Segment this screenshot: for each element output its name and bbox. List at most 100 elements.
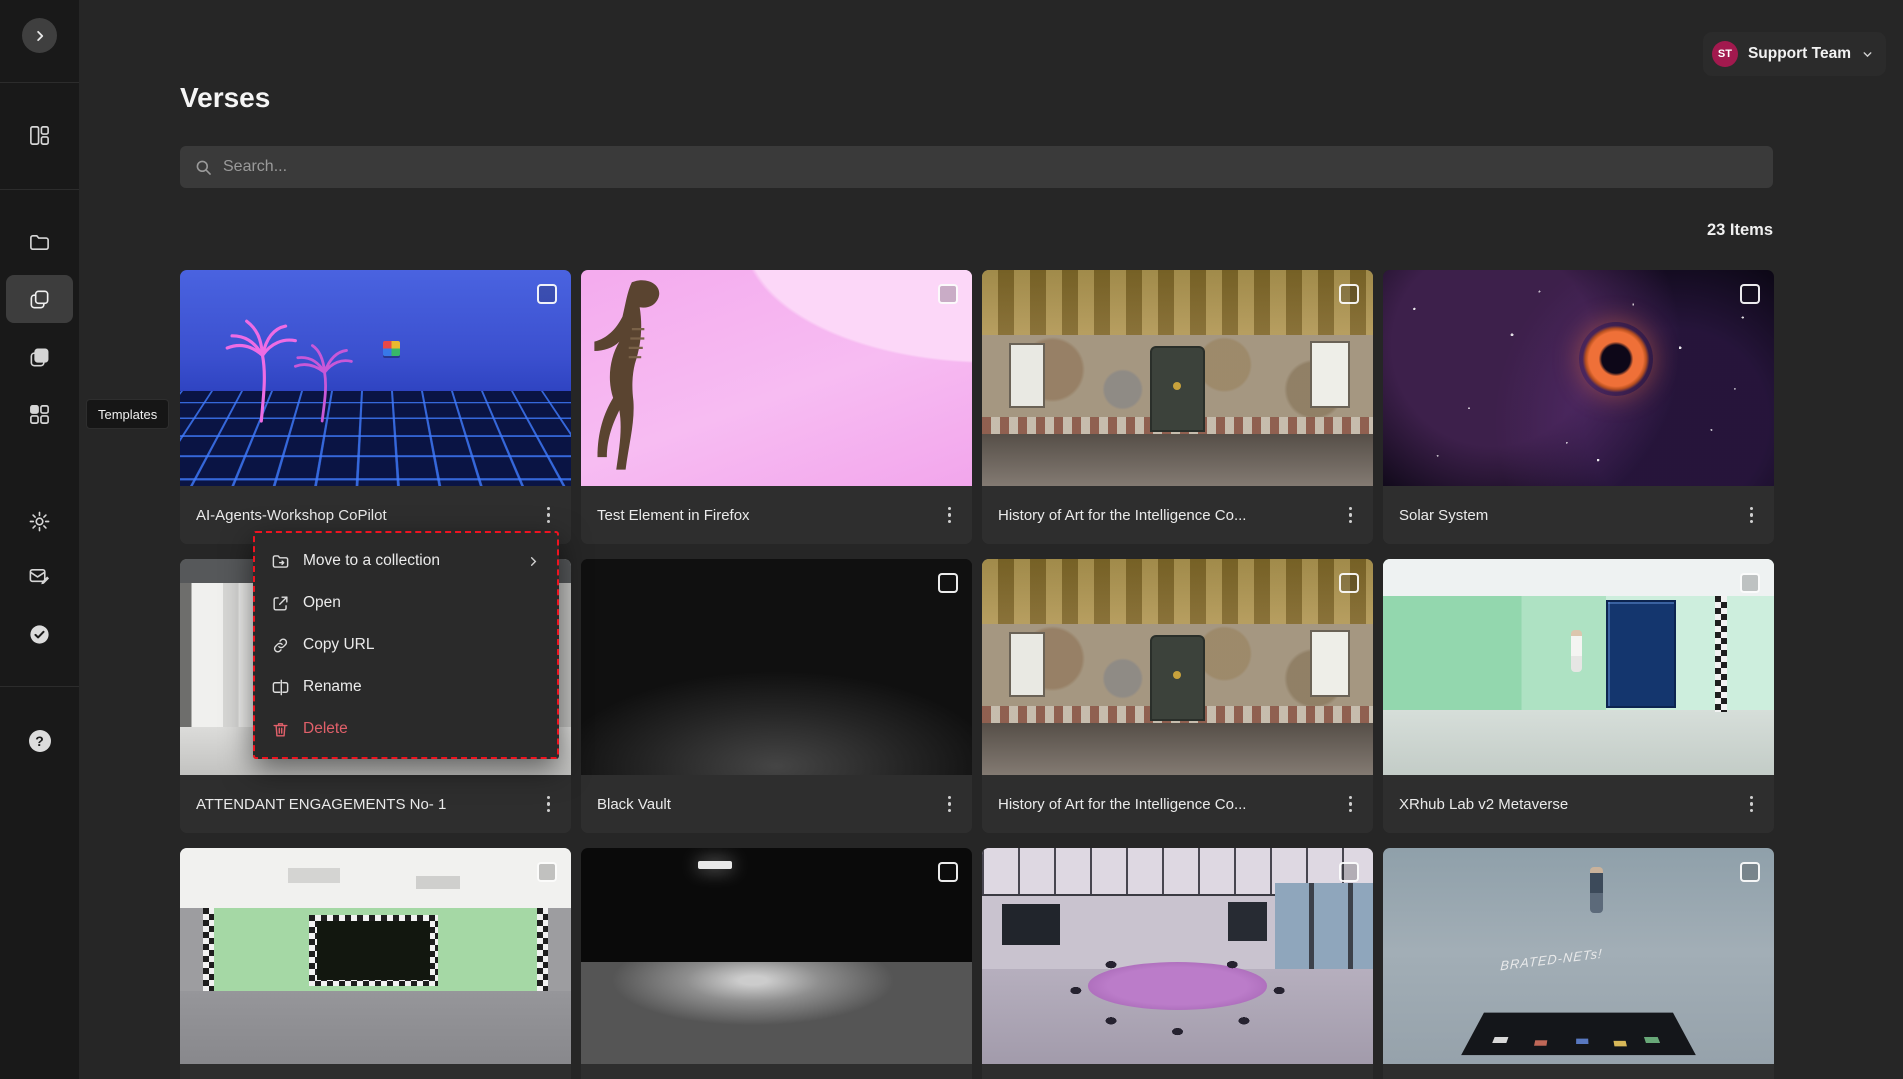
menu-item-label: Copy URL bbox=[303, 636, 375, 654]
sidebar-item-help[interactable]: ? bbox=[6, 717, 73, 765]
verse-thumbnail bbox=[1383, 559, 1774, 775]
door-graphic bbox=[1150, 346, 1205, 432]
search-icon bbox=[194, 158, 213, 177]
verses-icon bbox=[28, 288, 51, 311]
verse-thumbnail bbox=[581, 848, 972, 1064]
verse-card[interactable]: Black Vault bbox=[581, 559, 972, 833]
select-checkbox[interactable] bbox=[1339, 573, 1359, 593]
fresco-ceiling-graphic bbox=[982, 559, 1373, 624]
verse-thumbnail bbox=[982, 270, 1373, 486]
sidebar: ? bbox=[0, 0, 79, 1079]
image-platform-graphic bbox=[1461, 1013, 1696, 1056]
kebab-menu-icon[interactable] bbox=[542, 790, 556, 819]
tooltip-label: Templates bbox=[98, 407, 157, 422]
settings-gear-icon bbox=[28, 510, 51, 533]
help-icon: ? bbox=[29, 730, 51, 752]
menu-item-rename[interactable]: Rename bbox=[255, 666, 557, 708]
user-menu-button[interactable]: ST Support Team bbox=[1703, 32, 1886, 76]
search-input[interactable] bbox=[223, 158, 1759, 176]
select-checkbox[interactable] bbox=[938, 284, 958, 304]
sidebar-item-feedback[interactable] bbox=[6, 552, 73, 600]
floor-graphic bbox=[180, 991, 571, 1064]
verse-card[interactable] bbox=[581, 848, 972, 1079]
verse-title: ATTENDANT ENGAGEMENTS No- 1 bbox=[196, 796, 446, 813]
kebab-menu-icon[interactable] bbox=[943, 501, 957, 530]
floor-graphic bbox=[982, 434, 1373, 486]
sidebar-item-collections[interactable] bbox=[6, 333, 73, 381]
select-checkbox[interactable] bbox=[1339, 284, 1359, 304]
verse-card[interactable]: AI-Agents-Workshop CoPilot bbox=[180, 270, 571, 544]
sidebar-item-templates[interactable] bbox=[6, 390, 73, 438]
chevron-right-icon bbox=[31, 27, 49, 45]
ceiling-light-graphic bbox=[698, 861, 732, 869]
verse-title: Test Element in Firefox bbox=[597, 507, 750, 524]
sidebar-expand-button[interactable] bbox=[22, 18, 57, 53]
dinosaur-skeleton-graphic bbox=[585, 276, 694, 479]
scene-text: BRATED-NETs! bbox=[1500, 945, 1603, 973]
stars-graphic bbox=[1383, 270, 1774, 486]
menu-item-move-to-collection[interactable]: Move to a collection bbox=[255, 540, 557, 582]
move-to-collection-icon bbox=[271, 552, 290, 571]
check-circle-icon bbox=[28, 623, 51, 646]
kebab-menu-icon[interactable] bbox=[1745, 501, 1759, 530]
menu-item-label: Open bbox=[303, 594, 341, 612]
search-bar bbox=[180, 146, 1773, 188]
verse-thumbnail: BRATED-NETs! bbox=[1383, 848, 1774, 1064]
checker-strip-graphic bbox=[537, 908, 548, 990]
verse-card[interactable]: Solar System bbox=[1383, 270, 1774, 544]
select-checkbox[interactable] bbox=[1740, 573, 1760, 593]
select-checkbox[interactable] bbox=[537, 284, 557, 304]
verse-thumbnail bbox=[982, 559, 1373, 775]
avatar: ST bbox=[1712, 41, 1738, 67]
kebab-menu-icon[interactable] bbox=[1745, 790, 1759, 819]
verse-card[interactable] bbox=[180, 848, 571, 1079]
select-checkbox[interactable] bbox=[938, 573, 958, 593]
avatar-figure-graphic bbox=[1590, 867, 1603, 913]
open-external-icon bbox=[271, 594, 290, 613]
select-checkbox[interactable] bbox=[938, 862, 958, 882]
ceiling-graphic bbox=[1383, 559, 1774, 596]
collections-icon bbox=[28, 346, 51, 369]
verse-card[interactable]: Test Element in Firefox bbox=[581, 270, 972, 544]
select-checkbox[interactable] bbox=[537, 862, 557, 882]
menu-item-label: Move to a collection bbox=[303, 552, 440, 570]
verse-card[interactable]: History of Art for the Intelligence Co..… bbox=[982, 559, 1373, 833]
dashboard-icon bbox=[28, 124, 51, 147]
select-checkbox[interactable] bbox=[1339, 862, 1359, 882]
select-checkbox[interactable] bbox=[1740, 284, 1760, 304]
kebab-menu-icon[interactable] bbox=[1344, 790, 1358, 819]
floor-graphic bbox=[1383, 710, 1774, 775]
menu-item-delete[interactable]: Delete bbox=[255, 708, 557, 750]
menu-item-label: Rename bbox=[303, 678, 362, 696]
sidebar-item-dashboard[interactable] bbox=[6, 111, 73, 159]
sidebar-divider bbox=[0, 82, 79, 83]
kebab-menu-icon[interactable] bbox=[1344, 501, 1358, 530]
window-graphic bbox=[1310, 341, 1349, 408]
menu-item-label: Delete bbox=[303, 720, 348, 738]
chevron-right-icon bbox=[526, 554, 541, 569]
chevron-down-icon bbox=[1861, 48, 1874, 61]
verse-thumbnail bbox=[982, 848, 1373, 1064]
kebab-menu-icon[interactable] bbox=[542, 501, 556, 530]
select-checkbox[interactable] bbox=[1740, 862, 1760, 882]
floor-graphic bbox=[982, 723, 1373, 775]
sidebar-item-folders[interactable] bbox=[6, 218, 73, 266]
verse-card[interactable]: BRATED-NETs! bbox=[1383, 848, 1774, 1079]
verse-title: Black Vault bbox=[597, 796, 671, 813]
lit-floor-graphic bbox=[581, 962, 972, 1064]
menu-item-copy-url[interactable]: Copy URL bbox=[255, 624, 557, 666]
sidebar-item-tasks[interactable] bbox=[6, 610, 73, 658]
sidebar-item-settings[interactable] bbox=[6, 497, 73, 545]
link-icon bbox=[271, 636, 290, 655]
verse-card[interactable]: XRhub Lab v2 Metaverse bbox=[1383, 559, 1774, 833]
kebab-menu-icon[interactable] bbox=[943, 790, 957, 819]
sidebar-item-verses[interactable] bbox=[6, 275, 73, 323]
trash-icon bbox=[271, 720, 290, 739]
verse-card[interactable] bbox=[982, 848, 1373, 1079]
verse-card[interactable]: History of Art for the Intelligence Co..… bbox=[982, 270, 1373, 544]
menu-item-open[interactable]: Open bbox=[255, 582, 557, 624]
context-menu: Move to a collection Open Copy URL Renam… bbox=[253, 531, 559, 759]
chairs-graphic bbox=[982, 848, 1373, 1064]
verse-thumbnail bbox=[1383, 270, 1774, 486]
palm-trees-graphic bbox=[203, 292, 383, 426]
